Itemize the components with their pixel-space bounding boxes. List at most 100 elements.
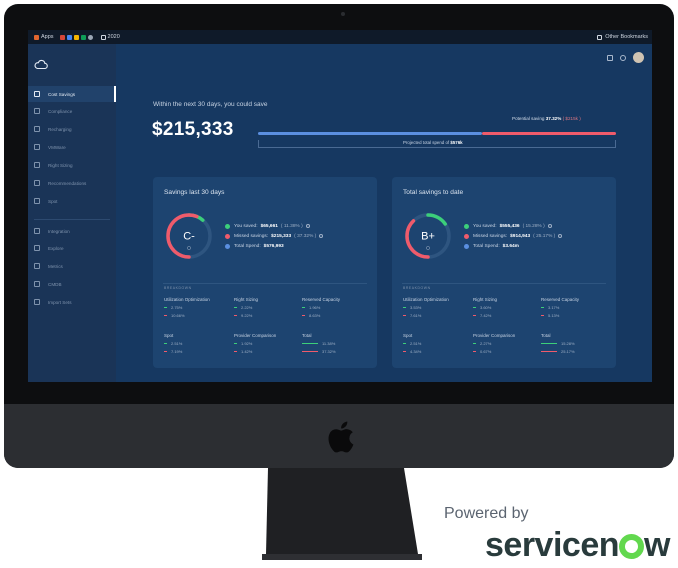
legend-dot [225, 233, 230, 239]
breakdown-name: Reserved Capacity [302, 297, 341, 302]
breakdown-name: Utilization Optimization [403, 297, 449, 302]
bookmark-other[interactable]: Other Bookmarks [597, 34, 648, 40]
grade-letter: C- [183, 231, 195, 243]
breakdown-missed-value: 37.32% [322, 349, 336, 354]
potential-label: Potential saving [512, 116, 545, 121]
info-icon[interactable] [558, 234, 563, 238]
breakdown-saved-value: 2.27% [480, 341, 492, 346]
stat-pct: ( 37.32% ) [294, 233, 317, 239]
sidebar-item[interactable]: Recharging [28, 121, 116, 137]
sidebar-item-label: Spot [48, 198, 58, 204]
sidebar-item-label: Recharging [48, 126, 72, 132]
folder-icon [597, 34, 603, 40]
bookmarks-bar: Apps 2020 Other Bookmarks [28, 30, 652, 44]
stat-label: You saved: [473, 223, 497, 229]
card-title: Savings last 30 days [164, 189, 225, 196]
sidebar-item[interactable]: Right Sizing [28, 157, 116, 173]
sidebar-item[interactable]: Cost Savings [28, 86, 116, 102]
sidebar-item[interactable]: CMDB [28, 276, 116, 292]
breakdown-missed-value: 25.17% [561, 349, 575, 354]
savings-card: Savings last 30 days C- You saved: $65,661(… [153, 177, 377, 368]
sidebar-item-label: Compliance [48, 108, 73, 114]
sidebar-item[interactable]: Compliance [28, 103, 116, 119]
top-icons [600, 52, 644, 63]
breakdown-saved: 3.17% [541, 305, 579, 310]
info-icon[interactable] [426, 246, 430, 250]
breakdown-saved: 1.92% [234, 341, 276, 346]
info-icon[interactable] [547, 224, 552, 228]
breakdown-name: Right Sizing [473, 297, 498, 302]
projected-amt: $576k [450, 140, 463, 145]
grade-gauge: C- [166, 213, 212, 259]
chat-icon[interactable] [607, 54, 613, 61]
breakdown-saved-value: 15.28% [561, 341, 575, 346]
breakdown-missed: 25.17% [541, 349, 575, 354]
nav-icon [34, 245, 40, 251]
savings-card: Total savings to date B+ You saved: $555,43… [392, 177, 616, 368]
help-icon[interactable] [620, 54, 626, 61]
sidebar-item-label: VMWare [48, 144, 66, 150]
sidebar-item[interactable]: Integration [28, 223, 116, 239]
missed-marker [234, 314, 237, 317]
info-icon[interactable] [319, 234, 324, 238]
saved-marker [234, 342, 237, 345]
stat-pct: ( 15.28% ) [522, 223, 545, 229]
potential-saving-bar [482, 132, 616, 135]
saved-marker [541, 306, 544, 309]
card-title: Total savings to date [403, 189, 464, 196]
sidebar-item[interactable]: VMWare [28, 139, 116, 155]
breakdown-missed: 10.66% [164, 313, 210, 318]
sidebar-item[interactable]: Spot [28, 193, 116, 209]
gmail-icon [59, 34, 65, 40]
breakdown-item: Provider Comparison 1.92% 1.42% [234, 333, 276, 354]
active-indicator [114, 86, 116, 102]
breakdown-saved: 2.51% [164, 341, 182, 346]
sheets-icon [80, 34, 86, 40]
screen: Apps 2020 Other Bookmarks Cost Savings Co… [28, 30, 652, 382]
savings-stats: You saved: $65,661( 11.38% ) Missed saving… [225, 221, 324, 251]
breakdown-saved-value: 2.51% [410, 341, 422, 346]
missed-marker [403, 350, 406, 353]
bookmark-folder-2020[interactable]: 2020 [100, 34, 120, 40]
legend-dot [225, 223, 230, 229]
breakdown-item: Right Sizing 3.60% 7.42% [473, 297, 497, 318]
breakdown-missed-value: 4.34% [410, 349, 422, 354]
missed-marker [164, 314, 167, 317]
breakdown-label: BREAKDOWN [164, 286, 192, 290]
stat-amount: $3.64m [502, 243, 519, 249]
breakdown-saved: 1.96% [302, 305, 340, 310]
saved-marker [164, 306, 167, 309]
grade-letter: B+ [421, 231, 435, 243]
sidebar-item[interactable]: Metrics [28, 258, 116, 274]
breakdown-name: Total [541, 333, 551, 338]
bookmark-shortcuts[interactable] [59, 34, 95, 40]
sidebar-item[interactable]: Recommendations [28, 175, 116, 191]
breakdown-item: Total 15.28% 25.17% [541, 333, 575, 354]
avatar[interactable] [633, 52, 644, 63]
info-icon[interactable] [305, 224, 310, 228]
savings-stats: You saved: $555,436( 15.28% ) Missed savin… [464, 221, 563, 251]
sidebar-item[interactable]: Explore [28, 240, 116, 256]
breakdown-item: Right Sizing 2.22% 9.22% [234, 297, 258, 318]
cloud-logo-icon[interactable] [34, 58, 48, 70]
sidebar-item[interactable]: Import Sets [28, 294, 116, 310]
breakdown-saved: 2.22% [234, 305, 258, 310]
breakdown-missed-value: 5.13% [548, 313, 560, 318]
card-separator [163, 283, 367, 284]
info-icon[interactable] [187, 246, 191, 250]
grade-gauge: B+ [405, 213, 451, 259]
projected-spend-bar [258, 132, 483, 135]
stat-total-spend: Total Spend: $576,993 [225, 241, 323, 251]
missed-marker [302, 314, 305, 317]
breakdown-saved-value: 2.51% [171, 341, 183, 346]
sidebar-item-label: Cost Savings [48, 91, 76, 97]
stage: Apps 2020 Other Bookmarks Cost Savings Co… [0, 0, 678, 568]
nav-icon [34, 91, 40, 97]
card-separator [402, 283, 606, 284]
breakdown-name: Spot [403, 333, 413, 338]
breakdown-name: Right Sizing [234, 297, 259, 302]
breakdown-saved-value: 3.60% [480, 305, 492, 310]
nav-icon [34, 263, 40, 269]
bookmark-apps[interactable]: Apps [34, 34, 54, 40]
missed-marker [473, 350, 476, 353]
